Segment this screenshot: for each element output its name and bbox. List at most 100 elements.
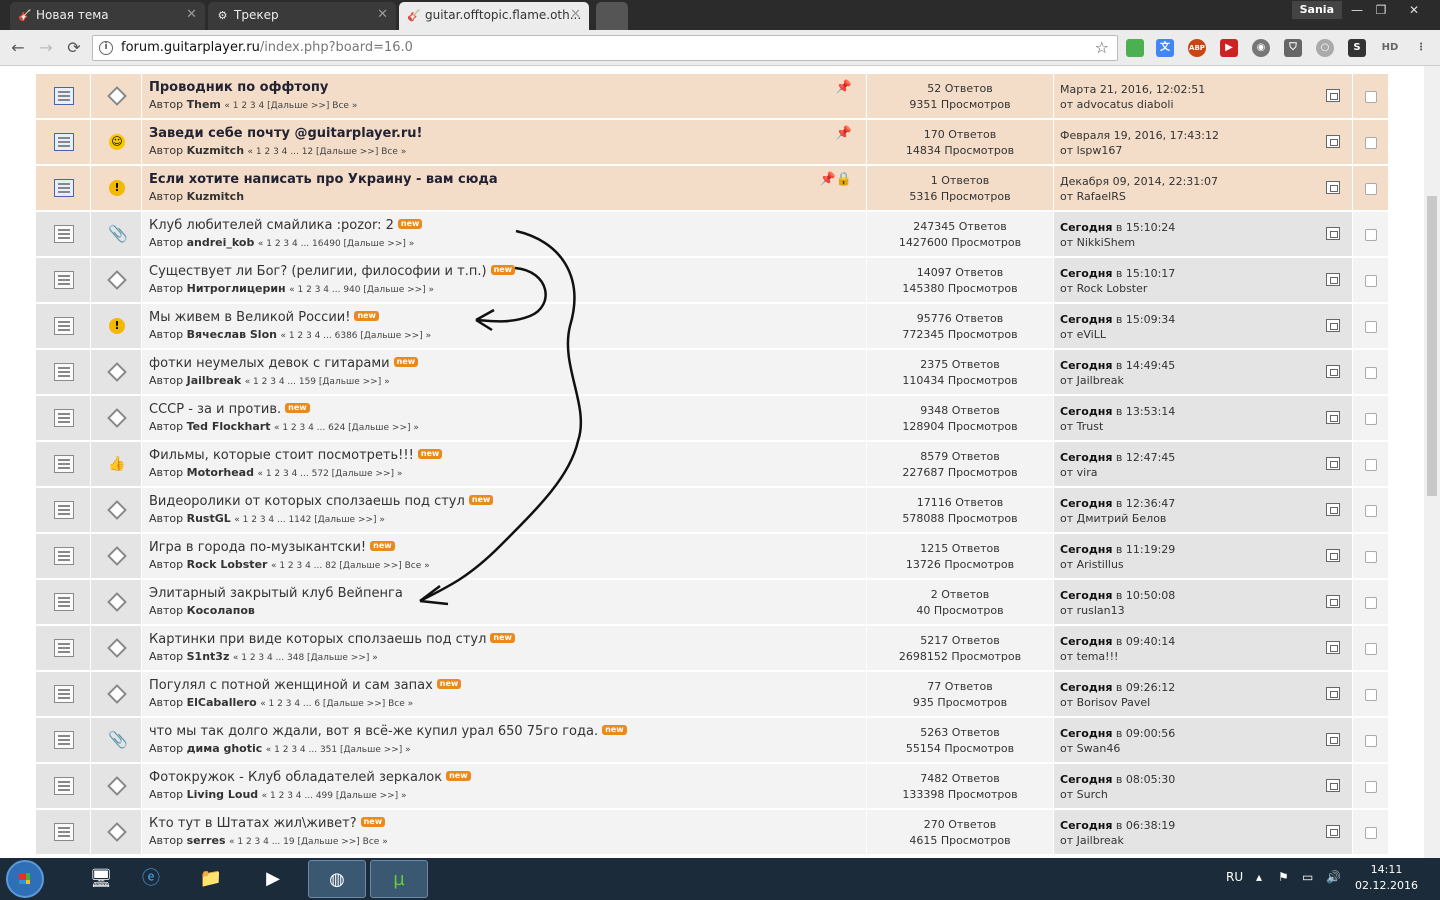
page-links[interactable]: « 1 2 3 4 ... 6386 [Дальше >>] » — [280, 331, 431, 341]
topic-title-link[interactable]: СССР - за и против. — [149, 402, 281, 417]
flag-icon[interactable]: ⚑ — [1278, 870, 1289, 884]
last-post-author[interactable]: от Дмитрий Белов — [1060, 512, 1166, 525]
last-post-author[interactable]: от lspw167 — [1060, 144, 1122, 157]
topic-title-link[interactable]: Погулял с потной женщиной и сам запах — [149, 678, 433, 693]
new-badge[interactable]: new — [285, 403, 310, 413]
page-links[interactable]: « 1 2 3 4 ... 82 [Дальше >>] Все » — [271, 561, 430, 571]
new-badge[interactable]: new — [370, 541, 395, 551]
profile-button[interactable]: Sania — [1291, 1, 1342, 19]
author-link[interactable]: дима ghotic — [187, 742, 263, 755]
topic-title-link[interactable]: Клуб любителей смайлика :pozor: 2 — [149, 218, 394, 233]
page-links[interactable]: « 1 2 3 4 ... 624 [Дальше >>] » — [274, 423, 419, 433]
new-badge[interactable]: new — [490, 633, 515, 643]
translate-icon[interactable]: 文 — [1156, 39, 1174, 57]
last-post-author[interactable]: от vira — [1060, 466, 1097, 479]
info-icon[interactable]: i — [99, 41, 113, 55]
forward-icon[interactable]: → — [36, 38, 56, 58]
topic-checkbox[interactable] — [1365, 321, 1377, 333]
last-post-author[interactable]: от Swan46 — [1060, 742, 1120, 755]
last-post-link-icon[interactable] — [1326, 457, 1340, 470]
topic-title-link[interactable]: Кто тут в Штатах жил\живет? — [149, 816, 357, 831]
page-links[interactable]: « 1 2 3 4 ... 16490 [Дальше >>] » — [258, 239, 414, 249]
author-link[interactable]: Motorhead — [187, 466, 254, 479]
new-badge[interactable]: new — [436, 679, 462, 689]
topic-checkbox[interactable] — [1365, 735, 1377, 747]
last-post-author[interactable]: от Jailbreak — [1060, 374, 1124, 387]
author-link[interactable]: Косолапов — [187, 604, 255, 617]
new-badge[interactable]: new — [468, 495, 494, 505]
tab-new-topic[interactable]: 🎸 Новая тема ✕ — [10, 2, 205, 30]
topic-checkbox[interactable] — [1365, 229, 1377, 241]
author-link[interactable]: Kuzmitch — [187, 144, 244, 157]
explorer-icon[interactable]: 📁 — [182, 860, 240, 898]
last-post-author[interactable]: от eViLL — [1060, 328, 1106, 341]
topic-title-link[interactable]: Видеоролики от которых сползаешь под сту… — [149, 494, 465, 509]
language-indicator[interactable]: RU — [1226, 870, 1243, 884]
tab-tracker[interactable]: ⚙ Трекер ✕ — [208, 2, 396, 30]
topic-checkbox[interactable] — [1365, 275, 1377, 287]
author-link[interactable]: Living Loud — [187, 788, 259, 801]
last-post-link-icon[interactable] — [1326, 227, 1340, 240]
last-post-link-icon[interactable] — [1326, 641, 1340, 654]
last-post-link-icon[interactable] — [1326, 135, 1340, 148]
last-post-author[interactable]: от tema!!! — [1060, 650, 1118, 663]
close-tab-icon[interactable]: ✕ — [186, 2, 197, 28]
page-links[interactable]: « 1 2 3 4 ... 351 [Дальше >>] » — [266, 745, 411, 755]
page-links[interactable]: « 1 2 3 4 ... 6 [Дальше >>] Все » — [260, 699, 413, 709]
start-button[interactable] — [6, 860, 44, 898]
last-post-link-icon[interactable] — [1326, 733, 1340, 746]
author-link[interactable]: Нитроглицерин — [187, 282, 286, 295]
new-badge[interactable]: new — [360, 817, 386, 827]
author-link[interactable]: Ted Flockhart — [187, 420, 271, 433]
chrome-icon[interactable]: ◍ — [308, 860, 366, 898]
new-badge[interactable]: new — [393, 357, 419, 367]
author-link[interactable]: Jailbreak — [187, 374, 242, 387]
clock[interactable]: 14:11 02.12.2016 — [1355, 862, 1418, 894]
extension-icon[interactable]: ○ — [1316, 39, 1334, 57]
last-post-author[interactable]: от Borisov Pavel — [1060, 696, 1150, 709]
topic-checkbox[interactable] — [1365, 781, 1377, 793]
topic-title-link[interactable]: Заведи себе почту @guitarplayer.ru! — [149, 126, 422, 141]
page-links[interactable]: « 1 2 3 4 [Дальше >>] Все » — [224, 101, 357, 111]
eye-extension-icon[interactable]: ◉ — [1252, 39, 1270, 57]
page-scrollbar[interactable] — [1424, 66, 1440, 858]
topic-checkbox[interactable] — [1365, 183, 1377, 195]
last-post-link-icon[interactable] — [1326, 319, 1340, 332]
last-post-link-icon[interactable] — [1326, 365, 1340, 378]
close-window-icon[interactable]: ✕ — [1398, 0, 1430, 20]
extension-icon[interactable]: ▶ — [1220, 39, 1238, 57]
topic-title-link[interactable]: фотки неумелых девок с гитарами — [149, 356, 390, 371]
last-post-author[interactable]: от Surch — [1060, 788, 1108, 801]
scrollbar-thumb[interactable] — [1427, 196, 1437, 496]
new-badge[interactable]: new — [397, 219, 423, 229]
topic-checkbox[interactable] — [1365, 367, 1377, 379]
new-badge[interactable]: new — [490, 265, 516, 275]
last-post-author[interactable]: от NikkiShem — [1060, 236, 1135, 249]
new-badge[interactable]: new — [446, 771, 471, 781]
topic-title-link[interactable]: Мы живем в Великой России! — [149, 310, 350, 325]
page-links[interactable]: « 1 2 3 4 ... 12 [Дальше >>] Все » — [248, 147, 407, 157]
topic-checkbox[interactable] — [1365, 551, 1377, 563]
last-post-link-icon[interactable] — [1326, 549, 1340, 562]
new-badge[interactable]: new — [354, 311, 379, 321]
author-link[interactable]: ElCaballero — [187, 696, 257, 709]
page-links[interactable]: « 1 2 3 4 ... 19 [Дальше >>] Все » — [229, 837, 388, 847]
author-link[interactable]: Them — [187, 98, 221, 111]
topic-title-link[interactable]: Если хотите написать про Украину - вам с… — [149, 172, 498, 187]
last-post-author[interactable]: от ruslan13 — [1060, 604, 1125, 617]
last-post-link-icon[interactable] — [1326, 411, 1340, 424]
page-links[interactable]: « 1 2 3 4 ... 940 [Дальше >>] » — [289, 285, 434, 295]
author-link[interactable]: Вячеслав Slon — [187, 328, 277, 341]
reload-icon[interactable]: ⟳ — [64, 38, 84, 58]
topic-checkbox[interactable] — [1365, 597, 1377, 609]
author-link[interactable]: Kuzmitch — [187, 190, 244, 203]
topic-checkbox[interactable] — [1365, 413, 1377, 425]
new-badge[interactable]: new — [602, 725, 627, 735]
address-bar[interactable]: i forum.guitarplayer.ru/index.php?board=… — [92, 35, 1118, 61]
volume-icon[interactable]: 🔊 — [1326, 870, 1341, 884]
hd-extension-icon[interactable]: HD — [1378, 39, 1402, 57]
topic-checkbox[interactable] — [1365, 505, 1377, 517]
media-player-icon[interactable]: ▶ — [244, 860, 302, 898]
author-link[interactable]: serres — [187, 834, 226, 847]
extension-icon[interactable] — [1126, 39, 1144, 57]
